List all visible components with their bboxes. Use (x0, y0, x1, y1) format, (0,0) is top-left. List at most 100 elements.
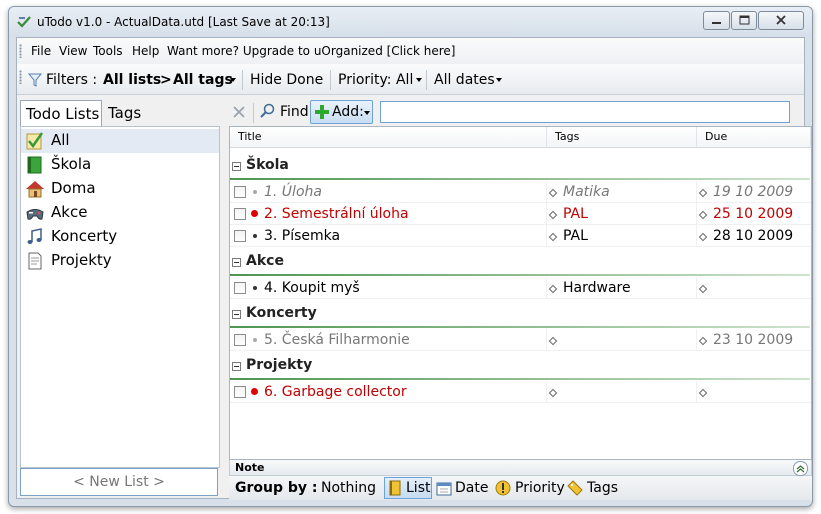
group-row[interactable]: Akce (230, 249, 811, 276)
sidebar-item-all[interactable]: All (21, 129, 219, 153)
group-label: Akce (246, 253, 284, 269)
task-checkbox[interactable] (234, 282, 246, 294)
add-label: Add: (332, 104, 364, 120)
task-title[interactable]: 2. Semestrální úloha (264, 206, 409, 222)
table-row[interactable]: 6. Garbage collector (230, 381, 811, 403)
cell-divider (696, 181, 697, 203)
list-book-icon (389, 480, 401, 496)
menu-help[interactable]: Help (132, 44, 159, 58)
delete-icon[interactable] (231, 104, 247, 120)
group-row[interactable]: Škola (230, 153, 811, 180)
priority-dropdown-icon[interactable] (416, 78, 422, 82)
priority-dot-icon (253, 286, 257, 290)
task-tags[interactable]: Matika (563, 184, 610, 200)
task-due[interactable]: 28 10 2009 (713, 228, 793, 244)
task-checkbox[interactable] (234, 186, 246, 198)
task-title[interactable]: 3. Písemka (264, 228, 340, 244)
note-bar[interactable]: Note (229, 460, 812, 476)
all-lists-filter[interactable]: All lists (103, 72, 161, 88)
task-due[interactable]: 23 10 2009 (713, 332, 793, 348)
sidebar-item-projekty[interactable]: Projekty (21, 249, 219, 273)
filter-toolbar: Filters : All lists > All tags Hide Done… (17, 64, 804, 95)
task-tags[interactable]: PAL (563, 228, 588, 244)
menu-tools[interactable]: Tools (93, 44, 123, 58)
column-header-due[interactable]: Due (697, 127, 811, 147)
table-row[interactable]: 2. Semestrální úloha PAL 25 10 2009 (230, 203, 811, 225)
menu-bar: File View Tools Help Want more? Upgrade … (17, 38, 804, 65)
cell-divider (696, 277, 697, 299)
collapse-toggle-icon[interactable] (232, 310, 241, 319)
toolbar-grip[interactable] (19, 70, 22, 84)
sidebar-item-akce[interactable]: Akce (21, 201, 219, 225)
collapse-toggle-icon[interactable] (232, 362, 241, 371)
table-row[interactable]: 5. Česká Filharmonie 23 10 2009 (230, 329, 811, 351)
dates-dropdown-icon[interactable] (496, 78, 502, 82)
search-icon[interactable] (260, 103, 276, 119)
restore-icon (739, 15, 750, 25)
task-due[interactable]: 25 10 2009 (713, 206, 793, 222)
group-row[interactable]: Projekty (230, 353, 811, 380)
sidebar-item-koncerty[interactable]: Koncerty (21, 225, 219, 249)
tag-icon (567, 480, 583, 496)
task-checkbox[interactable] (234, 386, 246, 398)
close-button[interactable] (758, 11, 804, 30)
table-row[interactable]: 3. Písemka PAL 28 10 2009 (230, 225, 811, 247)
group-by-date[interactable]: Date (455, 480, 488, 496)
tab-todo-lists[interactable]: Todo Lists (20, 100, 102, 126)
new-list-button[interactable]: < New List > (20, 468, 218, 496)
sidebar-item-label: Škola (51, 155, 92, 173)
find-button[interactable]: Find (280, 104, 309, 120)
add-button[interactable]: Add: (310, 100, 373, 124)
menu-grip[interactable] (19, 44, 22, 58)
task-input[interactable] (380, 101, 790, 123)
task-tags[interactable]: Hardware (563, 280, 631, 296)
task-checkbox[interactable] (234, 334, 246, 346)
task-title[interactable]: 6. Garbage collector (264, 384, 407, 400)
title-bar[interactable]: uTodo v1.0 - ActualData.utd [Last Save a… (9, 7, 812, 37)
calendar-icon (436, 482, 452, 496)
tab-tags[interactable]: Tags (103, 100, 146, 126)
menu-file[interactable]: File (31, 44, 51, 58)
sidebar-item-skola[interactable]: Škola (21, 153, 219, 177)
task-title[interactable]: 5. Česká Filharmonie (264, 332, 410, 348)
filters-label: Filters : (46, 72, 98, 88)
tags-dropdown-icon[interactable] (230, 78, 236, 82)
collapse-toggle-icon[interactable] (232, 258, 241, 267)
maximize-button[interactable] (731, 11, 757, 30)
due-marker-icon (698, 232, 708, 242)
group-by-priority[interactable]: Priority (515, 480, 565, 496)
task-grid: Title Tags Due Škola 1. Úloha Matika 19 … (229, 126, 812, 460)
priority-filter[interactable]: Priority: All (338, 72, 413, 88)
group-by-nothing[interactable]: Nothing (321, 480, 376, 496)
task-due[interactable]: 19 10 2009 (713, 184, 793, 200)
task-checkbox[interactable] (234, 208, 246, 220)
sidebar-item-doma[interactable]: Doma (21, 177, 219, 201)
menu-view[interactable]: View (59, 44, 87, 58)
group-row[interactable]: Koncerty (230, 301, 811, 328)
due-marker-icon (698, 336, 708, 346)
all-tags-filter[interactable]: All tags (173, 72, 233, 88)
hide-done-button[interactable]: Hide Done (250, 72, 323, 88)
task-checkbox[interactable] (234, 230, 246, 242)
task-tags[interactable]: PAL (563, 206, 588, 222)
table-row[interactable]: 4. Koupit myš Hardware (230, 277, 811, 299)
minimize-button[interactable] (703, 11, 730, 30)
table-row[interactable]: 1. Úloha Matika 19 10 2009 (230, 181, 811, 203)
column-header-title[interactable]: Title (230, 127, 547, 147)
dates-filter[interactable]: All dates (434, 72, 495, 88)
task-title[interactable]: 1. Úloha (264, 184, 322, 200)
tag-marker-icon (548, 188, 558, 198)
due-marker-icon (698, 388, 708, 398)
house-icon (26, 181, 44, 198)
group-by-tags[interactable]: Tags (587, 480, 618, 496)
tag-marker-icon (548, 388, 558, 398)
filter-separator: > (160, 72, 172, 88)
menu-upgrade[interactable]: Want more? Upgrade to uOrganized [Click … (167, 44, 455, 58)
task-title[interactable]: 4. Koupit myš (264, 280, 360, 296)
group-divider (230, 178, 810, 180)
group-by-list-button[interactable]: List (384, 477, 432, 499)
expand-up-icon[interactable] (793, 461, 808, 476)
priority-dot-icon (251, 210, 258, 217)
column-header-tags[interactable]: Tags (547, 127, 697, 147)
collapse-toggle-icon[interactable] (232, 162, 241, 171)
